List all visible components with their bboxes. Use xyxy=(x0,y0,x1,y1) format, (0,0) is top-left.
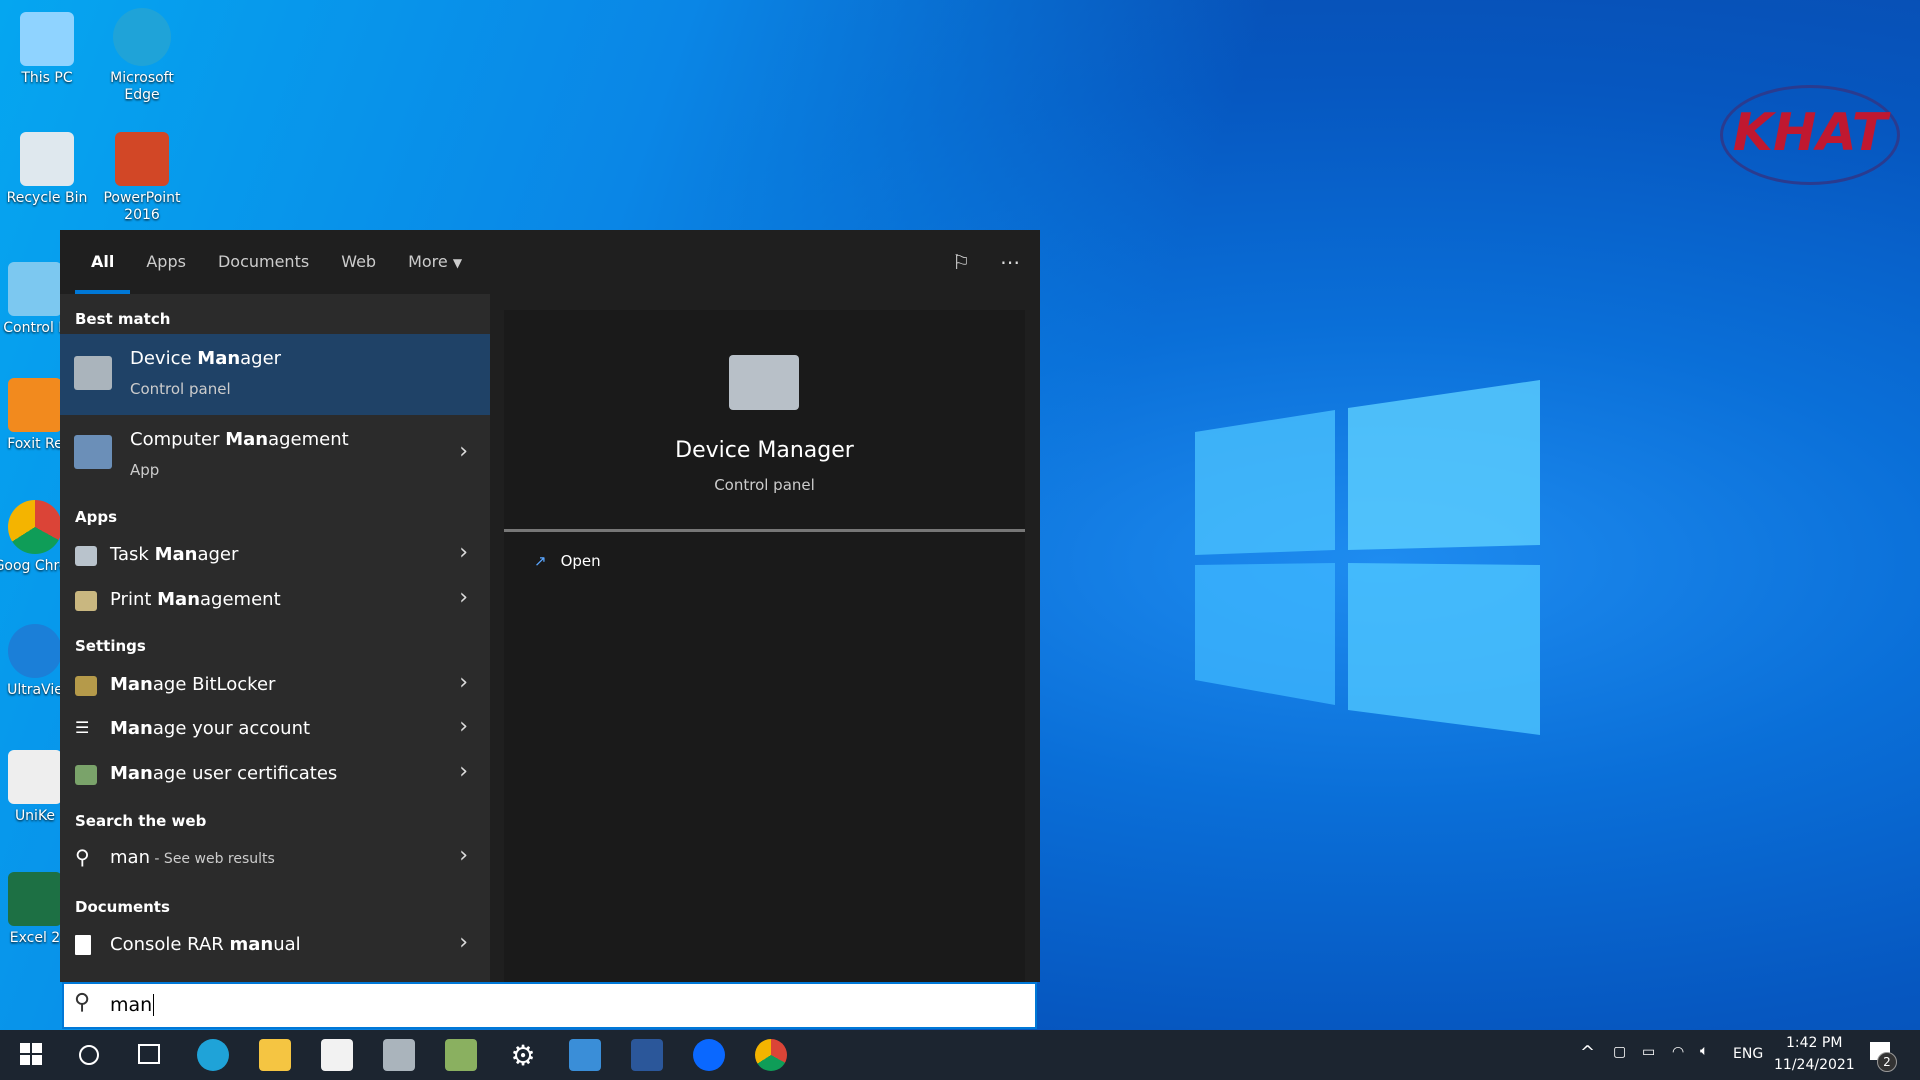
battery-icon[interactable]: ▭ xyxy=(1642,1044,1655,1060)
result-subtitle: Control panel xyxy=(130,380,231,398)
bitlocker-icon xyxy=(75,676,97,696)
result-web-search[interactable]: ⚲ man - See web results › xyxy=(60,837,490,881)
tab-web[interactable]: Web xyxy=(325,230,392,294)
device-manager-large-icon xyxy=(729,355,799,410)
result-manage-bitlocker[interactable]: Manage BitLocker › xyxy=(60,664,490,708)
more-options-icon[interactable]: ⋯ xyxy=(1000,250,1020,274)
search-input[interactable]: man xyxy=(110,994,155,1016)
icon-label: Foxit Re xyxy=(7,436,63,452)
section-header-apps: Apps xyxy=(75,508,118,526)
desktop-icon-powerpoint[interactable]: PowerPoint 2016 xyxy=(97,132,187,224)
start-button[interactable] xyxy=(20,1043,42,1065)
tab-all[interactable]: All xyxy=(75,230,131,294)
tab-more[interactable]: More ▼ xyxy=(392,230,478,294)
task-view-button[interactable] xyxy=(138,1044,160,1064)
result-manage-account[interactable]: ☰ Manage your account › xyxy=(60,708,490,752)
desktop-icon-this-pc[interactable]: This PC xyxy=(2,12,92,87)
taskbar-edge[interactable] xyxy=(197,1039,229,1071)
taskbar-store[interactable] xyxy=(321,1039,353,1071)
computer-management-icon xyxy=(74,435,112,469)
result-device-manager[interactable]: Device Manager Control panel xyxy=(60,334,490,415)
chevron-right-icon[interactable]: › xyxy=(459,540,468,565)
section-header-web: Search the web xyxy=(75,812,207,830)
icon-label: Recycle Bin xyxy=(6,190,88,206)
icon-label: Excel 2 xyxy=(9,930,61,946)
show-hidden-icons-chevron[interactable]: ^ xyxy=(1580,1042,1595,1063)
tab-apps[interactable]: Apps xyxy=(130,230,202,294)
wifi-icon[interactable]: ◠ xyxy=(1672,1044,1684,1060)
chevron-right-icon[interactable]: › xyxy=(459,585,468,610)
caret-down-icon: ▼ xyxy=(452,256,463,270)
desktop-icon-edge[interactable]: Microsoft Edge xyxy=(97,8,187,104)
result-manage-certificates[interactable]: Manage user certificates › xyxy=(60,753,490,797)
device-manager-icon xyxy=(74,356,112,390)
taskbar-chrome[interactable] xyxy=(755,1039,787,1071)
chevron-right-icon[interactable]: › xyxy=(459,843,468,868)
result-task-manager[interactable]: Task Manager › xyxy=(60,534,490,578)
print-management-icon xyxy=(75,591,97,611)
search-icon: ⚲ xyxy=(75,845,90,869)
chevron-right-icon[interactable]: › xyxy=(459,670,468,695)
search-tabs: All Apps Documents Web More ▼ ⚐ ⋯ xyxy=(60,230,1040,294)
settings-gear-icon[interactable]: ⚙ xyxy=(507,1039,539,1072)
task-manager-icon xyxy=(75,546,97,566)
section-header-documents: Documents xyxy=(75,898,170,916)
chevron-right-icon[interactable]: › xyxy=(459,930,468,955)
results-list: Best match Device Manager Control panel … xyxy=(60,294,490,982)
taskbar-file-explorer[interactable] xyxy=(259,1039,291,1071)
result-subtitle: App xyxy=(130,461,160,479)
taskbar-word[interactable] xyxy=(631,1039,663,1071)
section-header-best-match: Best match xyxy=(75,310,171,328)
result-print-management[interactable]: Print Management › xyxy=(60,579,490,623)
search-icon: ⚲ xyxy=(74,990,91,1015)
chevron-right-icon[interactable]: › xyxy=(459,714,468,739)
taskbar-device-manager[interactable] xyxy=(383,1039,415,1071)
volume-icon[interactable]: 🔈︎ xyxy=(1700,1043,1708,1059)
preview-title: Device Manager xyxy=(675,438,854,463)
clock-date[interactable]: 11/24/2021 xyxy=(1774,1057,1855,1073)
divider xyxy=(504,529,1025,532)
taskbar: ⚙ ^ ▢ ▭ ◠ 🔈︎ ENG 1:42 PM 11/24/2021 2 xyxy=(0,1030,1920,1080)
tab-more-label: More xyxy=(408,252,448,271)
icon-label: UltraVie xyxy=(7,682,63,698)
taskbar-zalo[interactable] xyxy=(693,1039,725,1071)
result-console-rar-manual[interactable]: Console RAR manual › xyxy=(60,924,490,968)
document-icon xyxy=(75,935,91,955)
open-label: Open xyxy=(560,552,601,570)
clock-time[interactable]: 1:42 PM xyxy=(1786,1035,1842,1051)
chevron-right-icon[interactable]: › xyxy=(459,759,468,784)
camera-icon[interactable]: ▢ xyxy=(1613,1044,1626,1060)
notification-badge: 2 xyxy=(1877,1052,1897,1072)
cortana-button[interactable] xyxy=(79,1045,99,1065)
preview-pane: Device Manager Control panel ↗ Open xyxy=(504,310,1025,982)
icon-label: UniKe xyxy=(14,808,56,824)
account-icon: ☰ xyxy=(75,718,90,737)
preview-subtitle: Control panel xyxy=(714,476,815,494)
feedback-icon[interactable]: ⚐ xyxy=(952,250,970,274)
search-box[interactable]: ⚲ man xyxy=(62,982,1037,1029)
certificates-icon xyxy=(75,765,97,785)
open-action[interactable]: ↗ Open xyxy=(534,552,601,570)
desktop-icon-recycle-bin[interactable]: Recycle Bin xyxy=(2,132,92,207)
windows-logo-wallpaper xyxy=(1195,380,1540,735)
section-header-settings: Settings xyxy=(75,637,146,655)
brand-logo: KHAT xyxy=(1720,85,1900,185)
icon-label: Control P xyxy=(3,320,67,336)
chevron-right-icon[interactable]: › xyxy=(459,439,468,464)
result-computer-management[interactable]: Computer Management App › xyxy=(60,415,490,495)
taskbar-app[interactable] xyxy=(445,1039,477,1071)
open-icon: ↗ xyxy=(534,552,547,570)
icon-label: PowerPoint 2016 xyxy=(103,190,181,223)
taskbar-remote-app[interactable] xyxy=(569,1039,601,1071)
icon-label: This PC xyxy=(21,70,73,86)
start-search-panel: All Apps Documents Web More ▼ ⚐ ⋯ Best ma… xyxy=(60,230,1040,982)
language-indicator[interactable]: ENG xyxy=(1733,1046,1763,1062)
icon-label: Microsoft Edge xyxy=(110,70,174,103)
tab-documents[interactable]: Documents xyxy=(202,230,325,294)
